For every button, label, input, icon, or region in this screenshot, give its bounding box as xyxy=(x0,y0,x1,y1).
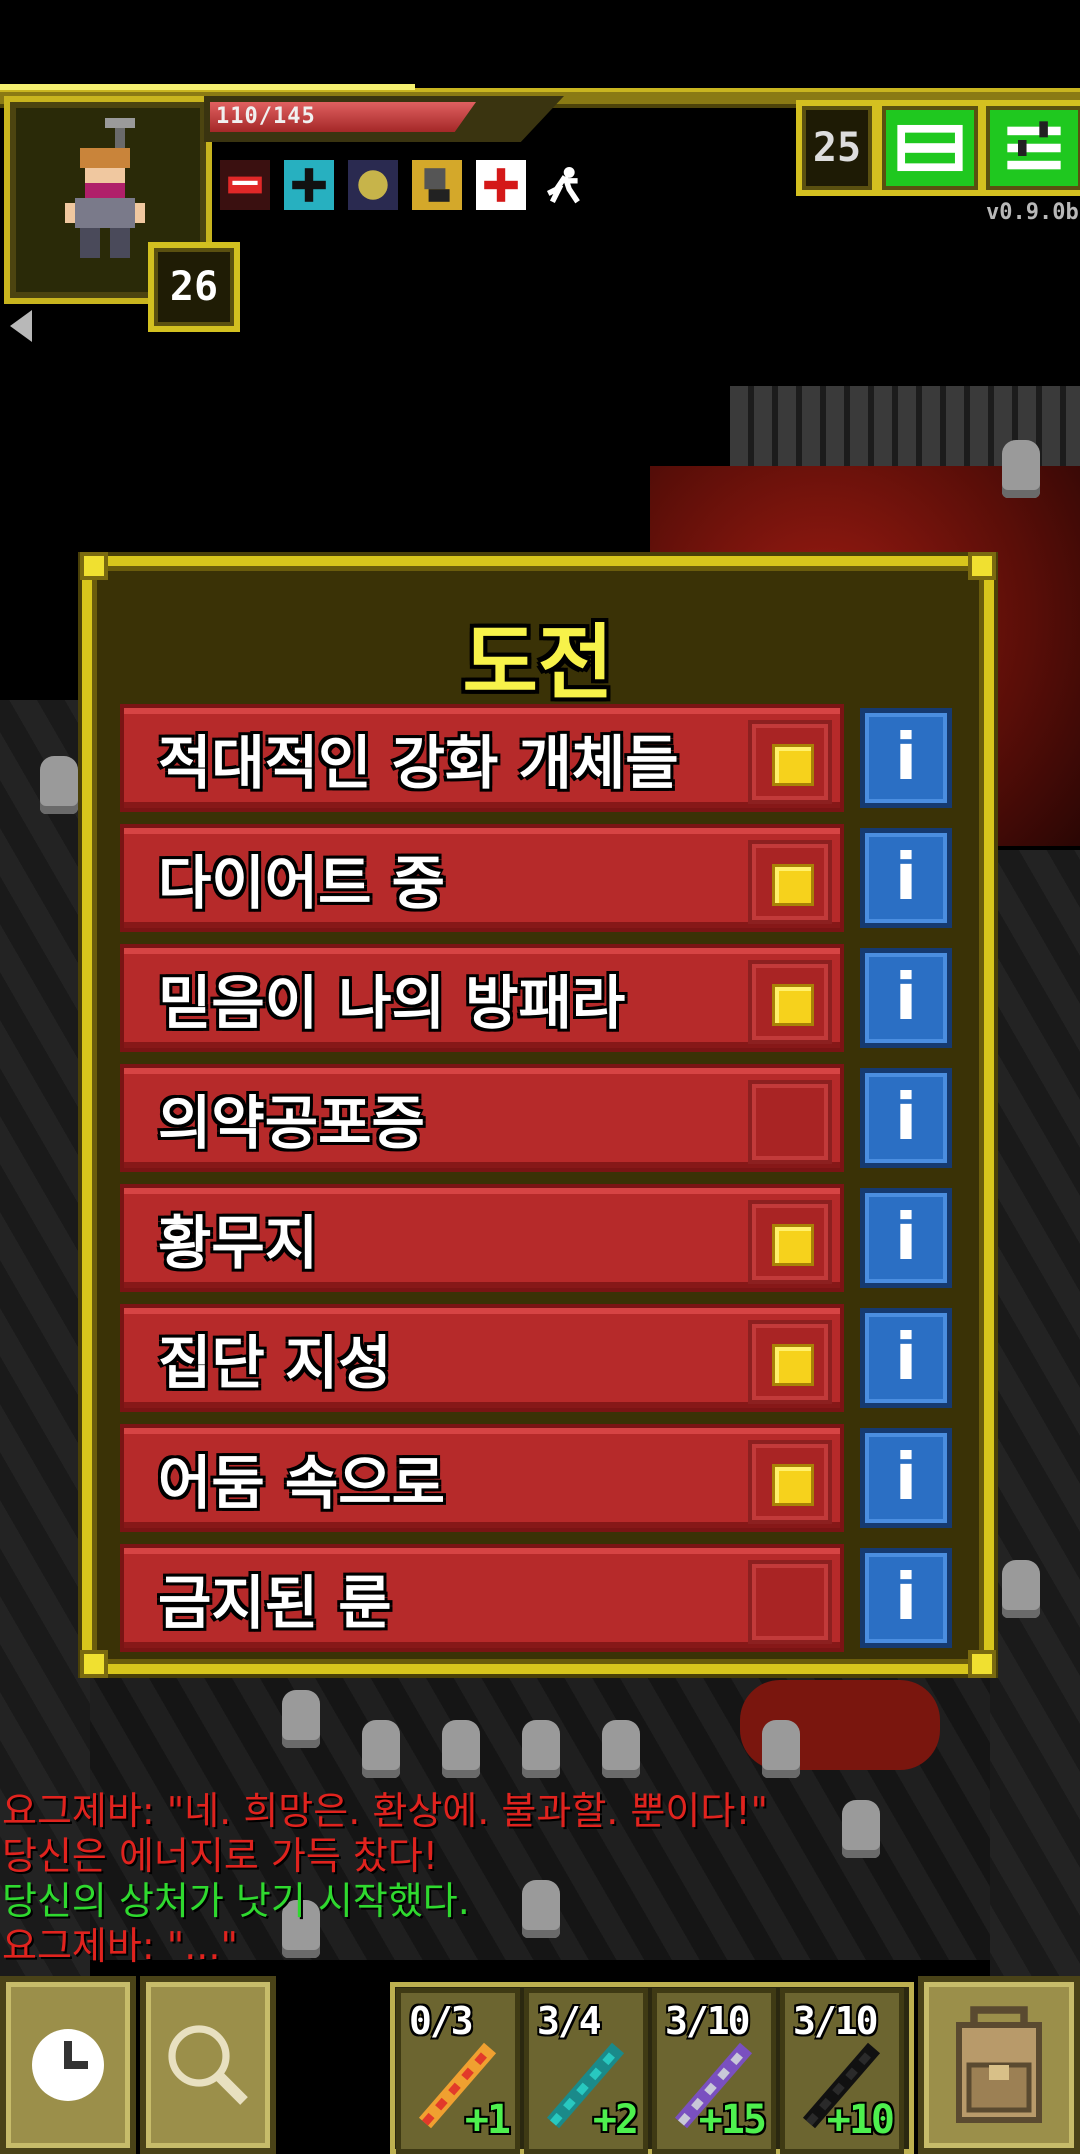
enemy-sprite[interactable] xyxy=(282,1690,320,1748)
challenge-info-button[interactable]: i xyxy=(860,1428,952,1528)
log-line: 요그제바: "..." xyxy=(2,1924,238,1968)
challenge-label: 어둠 속으로 xyxy=(158,1449,445,1517)
challenge-label: 금지된 룬 xyxy=(158,1569,392,1637)
challenge-info-button[interactable]: i xyxy=(860,948,952,1048)
challenge-label: 집단 지성 xyxy=(158,1329,392,1397)
hero-level-badge: 26 xyxy=(148,242,240,332)
enemy-sprite[interactable] xyxy=(762,1720,800,1778)
enemy-sprite[interactable] xyxy=(1002,1560,1040,1618)
menu-icon xyxy=(1007,121,1061,170)
quickslot[interactable]: 0/3 +1 xyxy=(396,1988,520,2154)
challenge-label: 의약공포증 xyxy=(158,1089,425,1157)
quickslot-charges: 3/10 xyxy=(793,1999,879,2043)
bleeding-icon[interactable] xyxy=(220,160,270,210)
journal-button[interactable] xyxy=(876,100,984,196)
window-corner xyxy=(80,1650,108,1678)
quickslot-upgrade: +2 xyxy=(592,2097,639,2143)
quickslot-upgrade: +15 xyxy=(698,2097,767,2143)
backpack-button[interactable] xyxy=(918,1976,1080,2154)
window-corner xyxy=(968,1650,996,1678)
challenge-checkbox[interactable] xyxy=(748,720,832,804)
challenge-info-button[interactable]: i xyxy=(860,708,952,808)
version-label: v0.9.0b xyxy=(986,200,1079,225)
healing-icon[interactable] xyxy=(476,160,526,210)
enemy-sprite[interactable] xyxy=(522,1720,560,1778)
challenge-label: 적대적인 강화 개체들 xyxy=(158,729,679,797)
wait-button[interactable] xyxy=(0,1976,136,2154)
quickslot-charges: 3/4 xyxy=(537,1999,602,2043)
challenge-checkbox[interactable] xyxy=(748,1320,832,1404)
enemy-sprite[interactable] xyxy=(522,1880,560,1938)
dungeon-depth-indicator[interactable]: 25 xyxy=(796,100,878,196)
backpack-icon xyxy=(956,2006,1042,2123)
challenge-label: 믿음이 나의 방패라 xyxy=(158,969,626,1037)
challenge-checkbox[interactable] xyxy=(748,1200,832,1284)
hero-avatar-icon xyxy=(65,118,145,258)
search-icon xyxy=(168,2025,248,2105)
quickslot-upgrade: +10 xyxy=(826,2097,895,2143)
challenge-row[interactable]: 믿음이 나의 방패라 xyxy=(120,944,844,1052)
enemy-sprite[interactable] xyxy=(362,1720,400,1778)
challenge-checkbox[interactable] xyxy=(748,1440,832,1524)
challenge-row[interactable]: 어둠 속으로 xyxy=(120,1424,844,1532)
challenge-row[interactable]: 의약공포증 xyxy=(120,1064,844,1172)
haste-icon[interactable] xyxy=(540,160,590,210)
collapse-arrow-icon[interactable] xyxy=(10,310,32,342)
challenge-checkbox[interactable] xyxy=(748,1080,832,1164)
challenge-row[interactable]: 황무지 xyxy=(120,1184,844,1292)
clock-icon xyxy=(32,2029,104,2101)
experience-bar xyxy=(0,84,415,90)
quickslot-charges: 3/10 xyxy=(665,1999,751,2043)
challenge-checkbox[interactable] xyxy=(748,1560,832,1644)
challenge-label: 황무지 xyxy=(158,1209,319,1277)
terror-icon[interactable] xyxy=(412,160,462,210)
window-corner xyxy=(968,552,996,580)
quickslot[interactable]: 3/10 +10 xyxy=(780,1988,904,2154)
challenge-info-button[interactable]: i xyxy=(860,1068,952,1168)
window-corner xyxy=(80,552,108,580)
shield-plus-icon[interactable] xyxy=(284,160,334,210)
challenge-label: 다이어트 중 xyxy=(158,849,445,917)
challenges-title: 도전 xyxy=(462,616,614,711)
challenge-row[interactable]: 금지된 룬 xyxy=(120,1544,844,1652)
enemy-sprite[interactable] xyxy=(1002,440,1040,498)
challenge-info-button[interactable]: i xyxy=(860,828,952,928)
quickslot[interactable]: 3/4 +2 xyxy=(524,1988,648,2154)
challenge-info-button[interactable]: i xyxy=(860,1308,952,1408)
journal-icon xyxy=(897,124,963,172)
challenge-checkbox[interactable] xyxy=(748,840,832,924)
enemy-sprite[interactable] xyxy=(602,1720,640,1778)
enemy-sprite[interactable] xyxy=(442,1720,480,1778)
challenge-info-button[interactable]: i xyxy=(860,1548,952,1648)
health-text: 110/145 xyxy=(216,104,316,129)
quickslot[interactable]: 3/10 +15 xyxy=(652,1988,776,2154)
light-icon[interactable] xyxy=(348,160,398,210)
challenge-row[interactable]: 적대적인 강화 개체들 xyxy=(120,704,844,812)
enemy-sprite[interactable] xyxy=(842,1800,880,1858)
search-button[interactable] xyxy=(140,1976,276,2154)
menu-button[interactable] xyxy=(980,100,1080,196)
enemy-sprite[interactable] xyxy=(40,756,78,814)
challenge-info-button[interactable]: i xyxy=(860,1188,952,1288)
buff-list xyxy=(220,160,590,210)
quickslot-charges: 0/3 xyxy=(409,1999,474,2043)
quickslot-upgrade: +1 xyxy=(464,2097,511,2143)
challenge-checkbox[interactable] xyxy=(748,960,832,1044)
dungeon-floor-right xyxy=(990,850,1080,2000)
challenge-row[interactable]: 다이어트 중 xyxy=(120,824,844,932)
challenge-row[interactable]: 집단 지성 xyxy=(120,1304,844,1412)
